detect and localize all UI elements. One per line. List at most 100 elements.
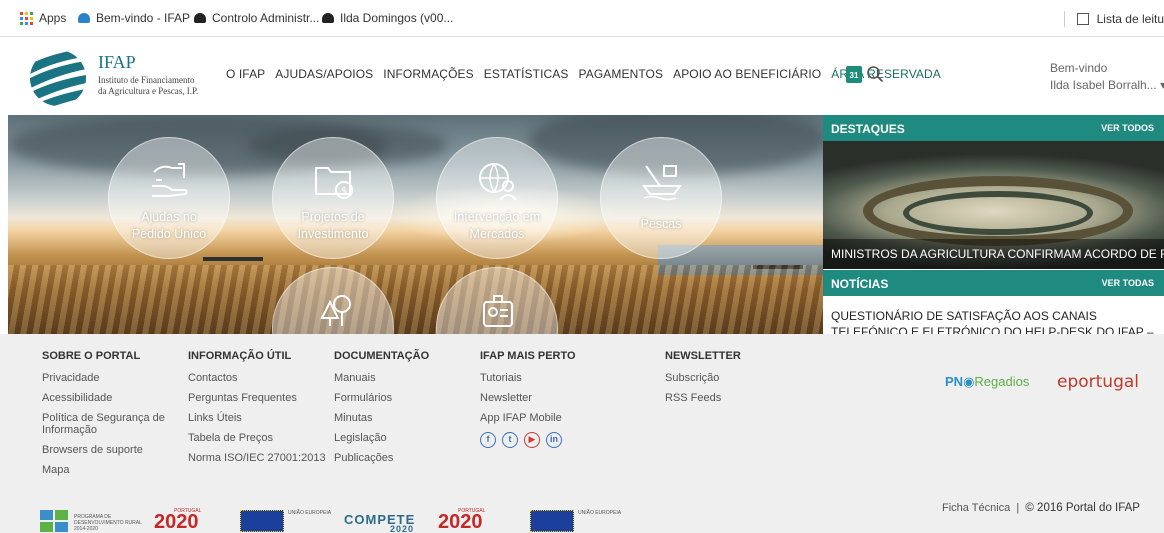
sidebar-highlights: DESTAQUES VER TODOS MINISTROS DA AGRICUL… xyxy=(823,115,1164,334)
destaques-header: DESTAQUES VER TODOS xyxy=(823,115,1164,141)
footer-heading: NEWSLETTER xyxy=(665,350,741,362)
footer-link[interactable]: Links Úteis xyxy=(188,412,326,424)
hero-link-pedido-unico[interactable]: Ajudas no Pedido Único xyxy=(108,137,230,259)
logo-subtitle-line: Instituto de Financiamento xyxy=(98,75,195,85)
footer-link[interactable]: Tutoriais xyxy=(480,372,576,384)
chevron-down-icon: ▾ xyxy=(1160,78,1164,92)
footer-link[interactable]: Acessibilidade xyxy=(42,392,172,404)
noticias-title: NOTÍCIAS xyxy=(831,277,889,291)
logo-title: IFAP xyxy=(98,52,136,72)
logo-subtitle: Instituto de Financiamento da Agricultur… xyxy=(98,75,198,97)
water-drop-icon: ◉ xyxy=(963,374,975,389)
footer-column-mais-perto: IFAP MAIS PERTO Tutoriais Newsletter App… xyxy=(480,350,576,448)
hero-link-label: Pescas xyxy=(640,217,682,231)
hero-wheat-field xyxy=(8,265,823,334)
hero-link-projetos[interactable]: $ Projetos de Investimento xyxy=(272,137,394,259)
nav-item-ajudas[interactable]: AJUDAS/APOIOS xyxy=(275,67,373,81)
destaques-title: DESTAQUES xyxy=(831,122,905,136)
bookmark-apps[interactable]: Apps xyxy=(20,11,66,25)
trees-icon xyxy=(320,295,351,326)
site-header: IFAP Instituto de Financiamento da Agric… xyxy=(0,38,1164,114)
search-icon[interactable] xyxy=(866,65,884,83)
footer-column-informacao: INFORMAÇÃO ÚTIL Contactos Perguntas Freq… xyxy=(188,350,326,472)
reading-list-button[interactable]: Lista de leitu xyxy=(1063,11,1164,27)
footer-link[interactable]: App IFAP Mobile xyxy=(480,412,576,424)
twitter-icon[interactable]: t xyxy=(502,432,518,448)
divider xyxy=(1063,11,1065,27)
youtube-icon[interactable]: ▶ xyxy=(524,432,540,448)
nav-item-informacoes[interactable]: INFORMAÇÕES xyxy=(383,67,473,81)
footer-link[interactable]: Tabela de Preços xyxy=(188,432,326,444)
logo-subtitle-line: da Agricultura e Pescas, I.P. xyxy=(98,86,199,96)
welcome-label: Bem-vindo xyxy=(1050,61,1108,75)
calendar-icon[interactable]: 31 xyxy=(846,66,862,83)
portugal2020-text: 2020 xyxy=(154,511,199,533)
hero-link-mercados[interactable]: Intervenção em Mercados xyxy=(436,137,558,259)
footer-link[interactable]: Subscrição xyxy=(665,372,741,384)
footer-link[interactable]: Legislação xyxy=(334,432,429,444)
hero-ship xyxy=(203,257,263,261)
footer-link[interactable]: Contactos xyxy=(188,372,326,384)
footer-link[interactable]: Minutas xyxy=(334,412,429,424)
eu-flag-icon xyxy=(530,510,574,532)
site-footer: SOBRE O PORTAL Privacidade Acessibilidad… xyxy=(0,334,1164,533)
footer-link[interactable]: Norma ISO/IEC 27001:2013 xyxy=(188,452,326,464)
reading-list-label: Lista de leitu xyxy=(1096,12,1164,26)
footer-column-sobre: SOBRE O PORTAL Privacidade Acessibilidad… xyxy=(42,350,172,484)
nav-item-estatisticas[interactable]: ESTATÍSTICAS xyxy=(484,67,569,81)
destaque-card[interactable]: MINISTROS DA AGRICULTURA CONFIRMAM ACORD… xyxy=(823,141,1164,269)
pnregadios-logo[interactable]: PN◉Regadios xyxy=(945,374,1029,390)
eu-label: UNIÃO EUROPEIA xyxy=(288,510,332,516)
main-nav: O IFAP AJUDAS/APOIOS INFORMAÇÕES ESTATÍS… xyxy=(226,67,941,81)
footer-heading: SOBRE O PORTAL xyxy=(42,350,141,362)
pdr-mark-icon xyxy=(40,510,68,532)
portugal2020-text: 2020 xyxy=(438,511,483,533)
footer-link[interactable]: Formulários xyxy=(334,392,429,404)
destaques-see-all-link[interactable]: VER TODOS xyxy=(1101,123,1154,133)
footer-link[interactable]: Publicações xyxy=(334,452,429,464)
copyright-text: © 2016 Portal do IFAP xyxy=(1025,502,1140,514)
id-card-icon xyxy=(483,295,513,327)
nav-item-o-ifap[interactable]: O IFAP xyxy=(226,67,265,81)
ficha-tecnica-link[interactable]: Ficha Técnica xyxy=(942,502,1010,514)
footer-link[interactable]: Perguntas Frequentes xyxy=(188,392,326,404)
footer-link[interactable]: Mapa xyxy=(42,464,172,476)
news-item-link[interactable]: QUESTIONÁRIO DE SATISFAÇÃO AOS CANAIS TE… xyxy=(831,308,1156,334)
hero-banner: Ajudas no Pedido Único $ Projetos de Inves… xyxy=(8,115,823,334)
hero-link-label: Projetos de Investimento xyxy=(297,210,369,241)
footer-link[interactable]: RSS Feeds xyxy=(665,392,741,404)
bookmark-label: Apps xyxy=(39,11,67,25)
noticias-header: NOTÍCIAS VER TODAS xyxy=(823,270,1164,296)
footer-link[interactable]: Privacidade xyxy=(42,372,172,384)
noticias-see-all-link[interactable]: VER TODAS xyxy=(1102,278,1154,288)
bookmark-label: Ilda Domingos (v00... xyxy=(340,11,454,25)
nav-item-apoio[interactable]: APOIO AO BENEFICIÁRIO xyxy=(673,67,821,81)
bookmarks-bar: Apps Bem-vindo - IFAP Controlo Administr… xyxy=(0,0,1164,37)
footer-heading: DOCUMENTAÇÃO xyxy=(334,350,430,362)
bookmark-ifap[interactable]: Bem-vindo - IFAP xyxy=(78,11,190,25)
eportugal-logo[interactable]: eportugal xyxy=(1057,372,1139,392)
footer-heading: INFORMAÇÃO ÚTIL xyxy=(188,350,292,362)
facebook-icon[interactable]: f xyxy=(480,432,496,448)
apps-grid-icon xyxy=(20,11,33,25)
footer-column-newsletter: NEWSLETTER Subscrição RSS Feeds xyxy=(665,350,741,412)
destaque-photo xyxy=(903,191,1093,235)
destaque-caption: MINISTROS DA AGRICULTURA CONFIRMAM ACORD… xyxy=(823,239,1164,269)
svg-text:$: $ xyxy=(341,186,347,197)
compete-year: 2020 xyxy=(390,524,415,533)
footer-link[interactable]: Política de Segurança de Informação xyxy=(42,412,172,436)
globe-person-icon xyxy=(479,163,517,201)
footer-link[interactable]: Manuais xyxy=(334,372,429,384)
user-menu[interactable]: Bem-vindo Ilda Isabel Borralh... ▾ xyxy=(1050,60,1164,94)
nav-item-pagamentos[interactable]: PAGAMENTOS xyxy=(579,67,664,81)
linkedin-icon[interactable]: in xyxy=(546,432,562,448)
bookmark-ilda[interactable]: Ilda Domingos (v00... xyxy=(322,11,453,25)
fishing-boat-icon xyxy=(642,165,682,201)
user-name: Ilda Isabel Borralh... ▾ xyxy=(1050,77,1164,94)
bookmark-controlo[interactable]: Controlo Administr... xyxy=(194,11,319,25)
footer-link[interactable]: Browsers de suporte xyxy=(42,444,172,456)
ifap-logo[interactable]: IFAP Instituto de Financiamento da Agric… xyxy=(28,48,208,108)
footer-link[interactable]: Newsletter xyxy=(480,392,576,404)
hero-link-pescas[interactable]: Pescas xyxy=(600,137,722,259)
footer-heading: IFAP MAIS PERTO xyxy=(480,350,576,362)
